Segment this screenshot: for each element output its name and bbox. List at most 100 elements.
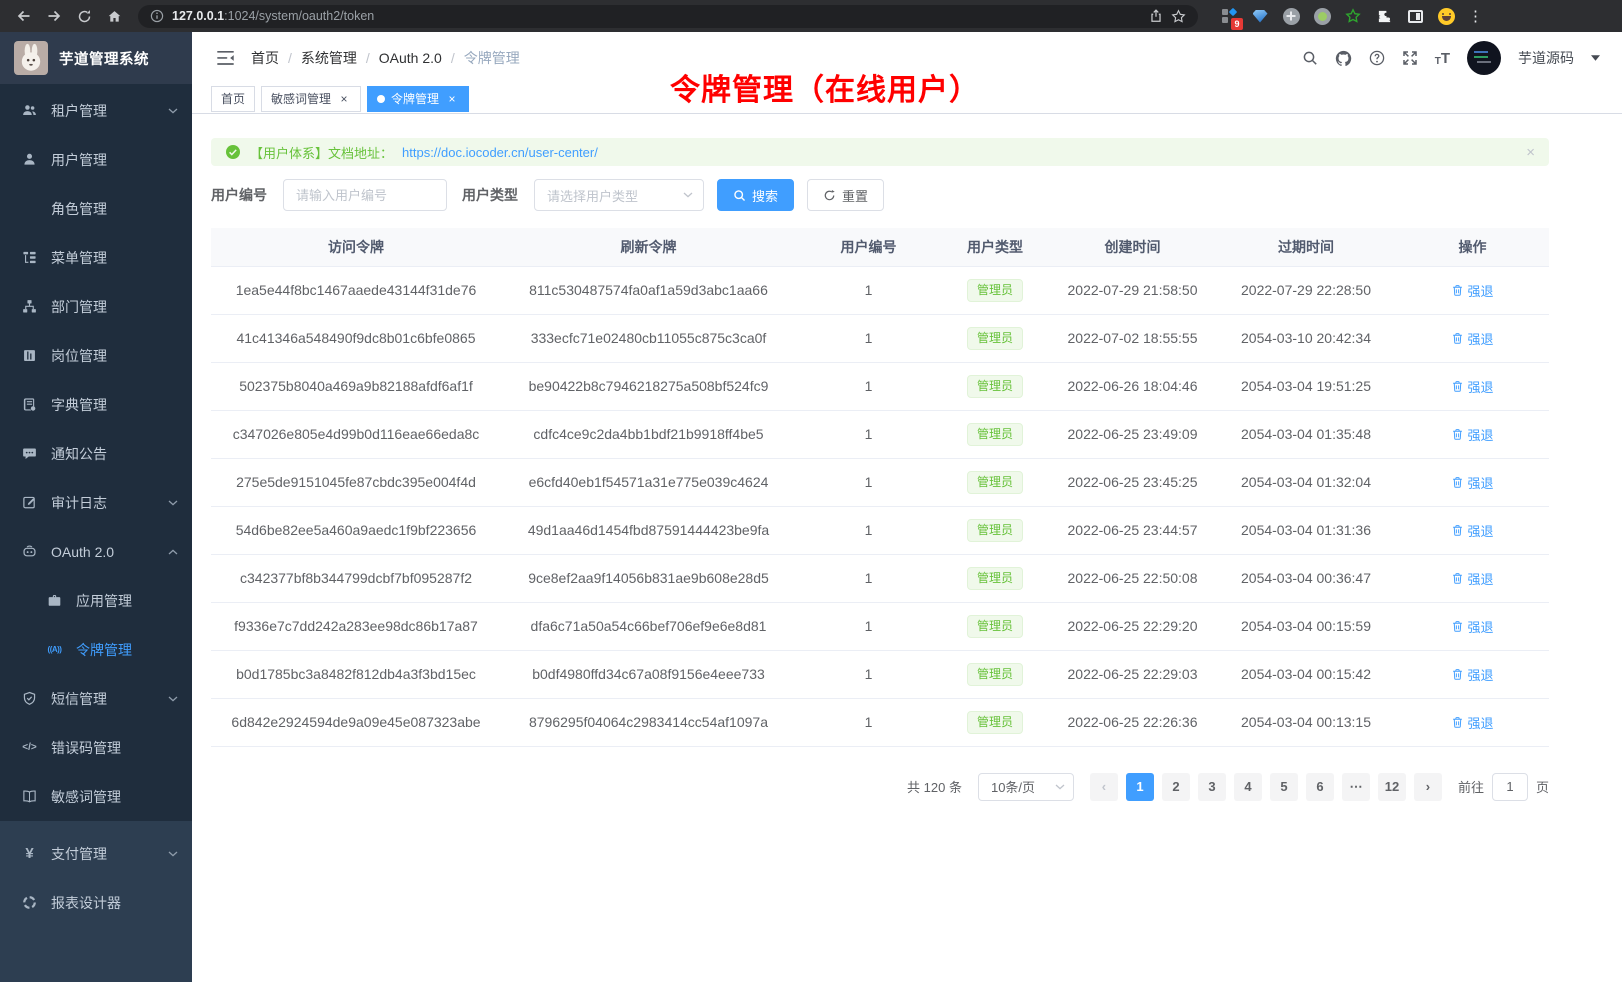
reset-button[interactable]: 重置 xyxy=(807,179,884,211)
browser-forward-icon[interactable] xyxy=(42,4,66,28)
tab-token[interactable]: 令牌管理× xyxy=(367,86,469,112)
page-button-5[interactable]: 5 xyxy=(1270,773,1298,801)
fullscreen-icon[interactable] xyxy=(1402,50,1418,66)
browser-back-icon[interactable] xyxy=(12,4,36,28)
site-info-icon[interactable] xyxy=(150,9,164,23)
sidebar-item-notice[interactable]: 通知公告 xyxy=(0,429,192,478)
force-logout-button[interactable]: 强退 xyxy=(1451,281,1493,300)
share-icon[interactable] xyxy=(1149,9,1163,23)
emoji-profile-icon[interactable] xyxy=(1437,7,1455,25)
tab-close-icon[interactable]: × xyxy=(337,92,351,106)
sidebar-collapse-icon[interactable] xyxy=(217,51,234,65)
sidebar-item-oauth2[interactable]: OAuth 2.0 xyxy=(0,527,192,576)
tab-home[interactable]: 首页 xyxy=(211,86,255,112)
user-menu-caret-icon[interactable] xyxy=(1591,55,1600,61)
page-size-select[interactable]: 10条/页 xyxy=(978,773,1074,801)
sidebar-item-dept[interactable]: 部门管理 xyxy=(0,282,192,331)
column-header: 过期时间 xyxy=(1216,228,1396,266)
page-button-1[interactable]: 1 xyxy=(1126,773,1154,801)
sidebar-item-pay[interactable]: ¥支付管理 xyxy=(0,829,192,878)
font-size-icon[interactable]: TT xyxy=(1435,50,1450,67)
user-avatar[interactable] xyxy=(1467,41,1501,75)
sidebar-item-dict[interactable]: 字典管理 xyxy=(0,380,192,429)
breadcrumb-home[interactable]: 首页 xyxy=(251,48,279,68)
search-button[interactable]: 搜索 xyxy=(717,179,794,211)
force-logout-button[interactable]: 强退 xyxy=(1451,569,1493,588)
page-button-12[interactable]: 12 xyxy=(1378,773,1406,801)
sidebar-item-audit[interactable]: 审计日志 xyxy=(0,478,192,527)
sidebar-item-sms[interactable]: 短信管理 xyxy=(0,674,192,723)
expire-time-cell: 2054-03-04 00:36:47 xyxy=(1216,554,1396,602)
sidebar-item-errcode[interactable]: </>错误码管理 xyxy=(0,723,192,772)
goto-page-input[interactable] xyxy=(1492,773,1528,801)
sidebar-item-user[interactable]: 用户管理 xyxy=(0,135,192,184)
bookmark-star-icon[interactable] xyxy=(1171,9,1186,24)
force-logout-label: 强退 xyxy=(1467,473,1493,492)
user-id-cell: 1 xyxy=(796,410,941,458)
sidebar-item-report[interactable]: 报表设计器 xyxy=(0,878,192,927)
force-logout-button[interactable]: 强退 xyxy=(1451,329,1493,348)
doc-link[interactable]: https://doc.iocoder.cn/user-center/ xyxy=(402,145,598,160)
sensitive-icon xyxy=(21,789,38,804)
user-type-badge: 管理员 xyxy=(967,471,1023,494)
github-icon[interactable] xyxy=(1335,50,1352,67)
tab-close-icon[interactable]: × xyxy=(445,92,459,106)
notice-icon xyxy=(21,446,38,461)
page-button-3[interactable]: 3 xyxy=(1198,773,1226,801)
user-id-cell: 1 xyxy=(796,506,941,554)
alert-close-icon[interactable]: × xyxy=(1526,144,1535,161)
header-search-icon[interactable] xyxy=(1302,50,1318,66)
force-logout-button[interactable]: 强退 xyxy=(1451,377,1493,396)
prev-page-button[interactable]: ‹ xyxy=(1090,773,1118,801)
green-star-extension-icon[interactable] xyxy=(1344,7,1362,25)
force-logout-label: 强退 xyxy=(1467,329,1493,348)
next-page-button[interactable]: › xyxy=(1414,773,1442,801)
user-id-cell: 1 xyxy=(796,698,941,746)
user-name: 芋道源码 xyxy=(1518,48,1574,68)
page-ellipsis[interactable]: ⋯ xyxy=(1342,773,1370,801)
force-logout-button[interactable]: 强退 xyxy=(1451,617,1493,636)
gem-extension-icon[interactable] xyxy=(1251,7,1269,25)
force-logout-button[interactable]: 强退 xyxy=(1451,425,1493,444)
force-logout-button[interactable]: 强退 xyxy=(1451,473,1493,492)
sidebar-item-label: 租户管理 xyxy=(51,101,107,121)
sidebar-item-menu[interactable]: 菜单管理 xyxy=(0,233,192,282)
browser-chrome: 127.0.0.1:1024/system/oauth2/token 9 ⋮ xyxy=(0,0,1622,32)
sidebar-item-role[interactable]: 角色管理 xyxy=(0,184,192,233)
sidebar-item-oauth2-app[interactable]: 应用管理 xyxy=(0,576,192,625)
force-logout-label: 强退 xyxy=(1467,569,1493,588)
breadcrumb-system[interactable]: 系统管理 xyxy=(301,48,357,68)
record-circle-extension-icon[interactable] xyxy=(1313,7,1331,25)
page-button-4[interactable]: 4 xyxy=(1234,773,1262,801)
user-type-badge: 管理员 xyxy=(967,567,1023,590)
force-logout-button[interactable]: 强退 xyxy=(1451,665,1493,684)
browser-home-icon[interactable] xyxy=(102,4,126,28)
force-logout-button[interactable]: 强退 xyxy=(1451,521,1493,540)
create-time-cell: 2022-07-02 18:55:55 xyxy=(1049,314,1216,362)
browser-reload-icon[interactable] xyxy=(72,4,96,28)
page-button-6[interactable]: 6 xyxy=(1306,773,1334,801)
sidebar-item-sensitive[interactable]: 敏感词管理 xyxy=(0,772,192,821)
create-time-cell: 2022-06-25 22:26:36 xyxy=(1049,698,1216,746)
force-logout-button[interactable]: 强退 xyxy=(1451,713,1493,732)
user-type-cell: 管理员 xyxy=(941,554,1049,602)
page-button-2[interactable]: 2 xyxy=(1162,773,1190,801)
puzzle-extension-icon[interactable] xyxy=(1375,7,1393,25)
breadcrumb-oauth2[interactable]: OAuth 2.0 xyxy=(379,50,442,66)
side-panel-icon[interactable] xyxy=(1406,7,1424,25)
help-icon[interactable] xyxy=(1369,50,1385,66)
app-logo[interactable]: 芋道管理系统 xyxy=(0,32,192,84)
address-bar[interactable]: 127.0.0.1:1024/system/oauth2/token xyxy=(138,5,1198,28)
tab-sensitive-words[interactable]: 敏感词管理× xyxy=(261,86,361,112)
sidebar-item-oauth2-token[interactable]: ((A))令牌管理 xyxy=(0,625,192,674)
sidebar-item-tenant[interactable]: 租户管理 xyxy=(0,86,192,135)
chevron-down-icon xyxy=(168,851,178,857)
user-type-badge: 管理员 xyxy=(967,375,1023,398)
extension-grid-icon[interactable]: 9 xyxy=(1220,7,1238,25)
browser-menu-icon[interactable]: ⋮ xyxy=(1468,7,1483,25)
user-id-input[interactable] xyxy=(283,179,447,211)
user-type-select[interactable]: 请选择用户类型 xyxy=(534,179,704,211)
sidebar-item-label: 短信管理 xyxy=(51,689,107,709)
grey-circle-extension-icon[interactable] xyxy=(1282,7,1300,25)
sidebar-item-post[interactable]: 岗位管理 xyxy=(0,331,192,380)
